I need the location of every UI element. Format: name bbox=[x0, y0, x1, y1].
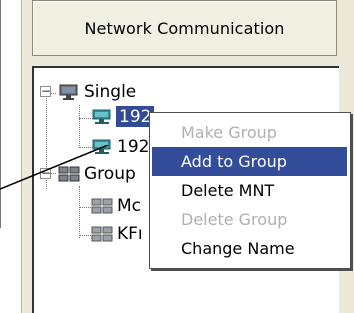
tree-node-label: Mc bbox=[117, 196, 142, 216]
tree-connector-line bbox=[79, 186, 80, 238]
group-expand-collapse-button[interactable]: − bbox=[40, 167, 51, 179]
change-name-menu-item[interactable]: Change Name bbox=[150, 234, 350, 263]
delete-mnt-menu-item[interactable]: Delete MNT bbox=[150, 176, 350, 205]
tree-node-group-item[interactable]: Mc bbox=[91, 196, 141, 216]
network-group-icon bbox=[91, 225, 113, 243]
tree-node-label: KFı bbox=[117, 224, 143, 244]
tree-node-group-item[interactable]: KFı bbox=[91, 224, 143, 244]
network-group-icon bbox=[91, 197, 113, 215]
tree-node-single[interactable]: Single bbox=[58, 82, 136, 102]
tree-node-label: Single bbox=[84, 82, 137, 102]
tree-connector-line bbox=[79, 105, 80, 148]
single-expand-collapse-button[interactable]: − bbox=[40, 85, 51, 97]
add-to-group-menu-item[interactable]: Add to Group bbox=[152, 147, 347, 176]
panel-title: Network Communication bbox=[32, 0, 337, 56]
delete-group-menu-item[interactable]: Delete Group bbox=[150, 205, 350, 234]
network-communication-screen: Network Communication − Single 192 192 −… bbox=[0, 0, 354, 313]
context-menu[interactable]: Make Group Add to Group Delete MNT Delet… bbox=[149, 112, 351, 269]
make-group-menu-item[interactable]: Make Group bbox=[150, 118, 350, 147]
left-frame-border bbox=[0, 0, 1, 228]
tree-node-single-selected[interactable]: 192 bbox=[91, 106, 155, 127]
network-monitor-icon bbox=[91, 108, 113, 126]
tree-node-label: 192 bbox=[117, 137, 150, 157]
network-group-icon bbox=[58, 165, 80, 183]
network-monitor-icon bbox=[91, 138, 113, 156]
computer-monitor-icon bbox=[58, 83, 80, 101]
tree-node-label: Group bbox=[84, 164, 136, 184]
tree-node-single-item[interactable]: 192 bbox=[91, 137, 149, 157]
tree-node-group[interactable]: Group bbox=[58, 164, 136, 184]
